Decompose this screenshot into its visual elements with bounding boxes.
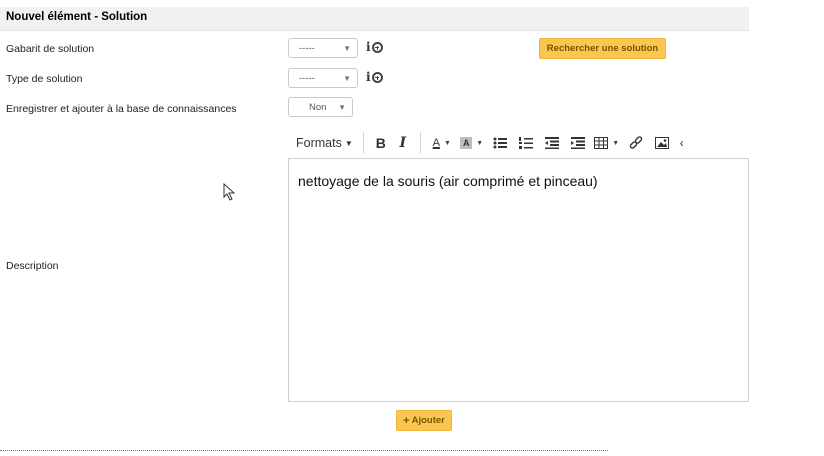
type-label: Type de solution [6, 73, 83, 85]
template-select-value: ----- [299, 42, 315, 54]
section-divider [0, 450, 608, 451]
template-select[interactable]: ----- ▼ [288, 38, 358, 58]
plus-icon: + [403, 414, 410, 427]
add-button[interactable]: + Ajouter [396, 410, 452, 431]
toolbar-divider [362, 132, 364, 154]
background-color-icon: A [460, 137, 473, 149]
italic-icon: I [399, 135, 407, 151]
text-color-button[interactable]: A ▼ [427, 131, 457, 155]
italic-button[interactable]: I [392, 131, 414, 155]
image-button[interactable] [649, 131, 675, 155]
type-select[interactable]: ----- ▼ [288, 68, 358, 88]
chevron-down-icon: ▼ [343, 73, 351, 83]
outdent-icon [544, 137, 559, 149]
table-icon [594, 137, 609, 149]
formats-label: Formats [296, 136, 342, 150]
editor-toolbar: Formats ▼ B I A ▼ A ▼ ▼ ‹ [288, 128, 749, 158]
link-button[interactable] [623, 131, 649, 155]
add-circle-icon[interactable] [371, 41, 383, 53]
bold-icon: B [375, 135, 386, 151]
formats-dropdown[interactable]: Formats ▼ [288, 131, 357, 155]
save-kb-select[interactable]: Non ▼ [288, 97, 353, 117]
form-header: Nouvel élément - Solution [0, 7, 749, 31]
indent-icon [570, 137, 585, 149]
caret-down-icon: ▼ [344, 138, 353, 148]
caret-down-icon: ▼ [476, 139, 484, 147]
bullet-list-button[interactable] [487, 131, 513, 155]
numbered-list-icon [518, 137, 533, 149]
description-editor[interactable]: nettoyage de la souris (air comprimé et … [288, 158, 749, 402]
save-kb-label: Enregistrer et ajouter à la base de conn… [6, 103, 237, 115]
chevron-down-icon: ▼ [343, 43, 351, 53]
code-button[interactable]: ‹ [675, 131, 689, 155]
numbered-list-button[interactable] [513, 131, 539, 155]
template-label: Gabarit de solution [6, 43, 95, 55]
description-label: Description [6, 260, 59, 272]
type-select-value: ----- [299, 72, 315, 84]
add-circle-icon[interactable] [371, 71, 383, 83]
save-kb-select-value: Non [309, 101, 327, 113]
editor-content[interactable]: nettoyage de la souris (air comprimé et … [298, 173, 598, 189]
search-solution-button[interactable]: Rechercher une solution [539, 38, 666, 59]
add-button-label: Ajouter [411, 415, 445, 426]
template-info-group: i [366, 41, 383, 53]
bullet-list-icon [493, 137, 507, 149]
form-title: Nouvel élément - Solution [6, 11, 148, 23]
indent-button[interactable] [565, 131, 591, 155]
search-solution-button-label: Rechercher une solution [546, 43, 659, 54]
toolbar-divider [419, 132, 421, 154]
image-icon [654, 137, 669, 149]
background-color-button[interactable]: A ▼ [457, 131, 487, 155]
caret-down-icon: ▼ [612, 139, 620, 147]
caret-down-icon: ▼ [443, 139, 451, 147]
link-icon [629, 136, 643, 149]
type-info-group: i [366, 71, 383, 83]
chevron-left-icon: ‹ [679, 136, 684, 150]
bold-button[interactable]: B [370, 131, 392, 155]
info-icon[interactable]: i [366, 71, 371, 83]
outdent-button[interactable] [539, 131, 565, 155]
info-icon[interactable]: i [366, 41, 371, 53]
table-button[interactable]: ▼ [591, 131, 623, 155]
chevron-down-icon: ▼ [338, 102, 346, 112]
mouse-cursor-icon [223, 183, 236, 201]
text-color-icon: A [432, 137, 440, 149]
